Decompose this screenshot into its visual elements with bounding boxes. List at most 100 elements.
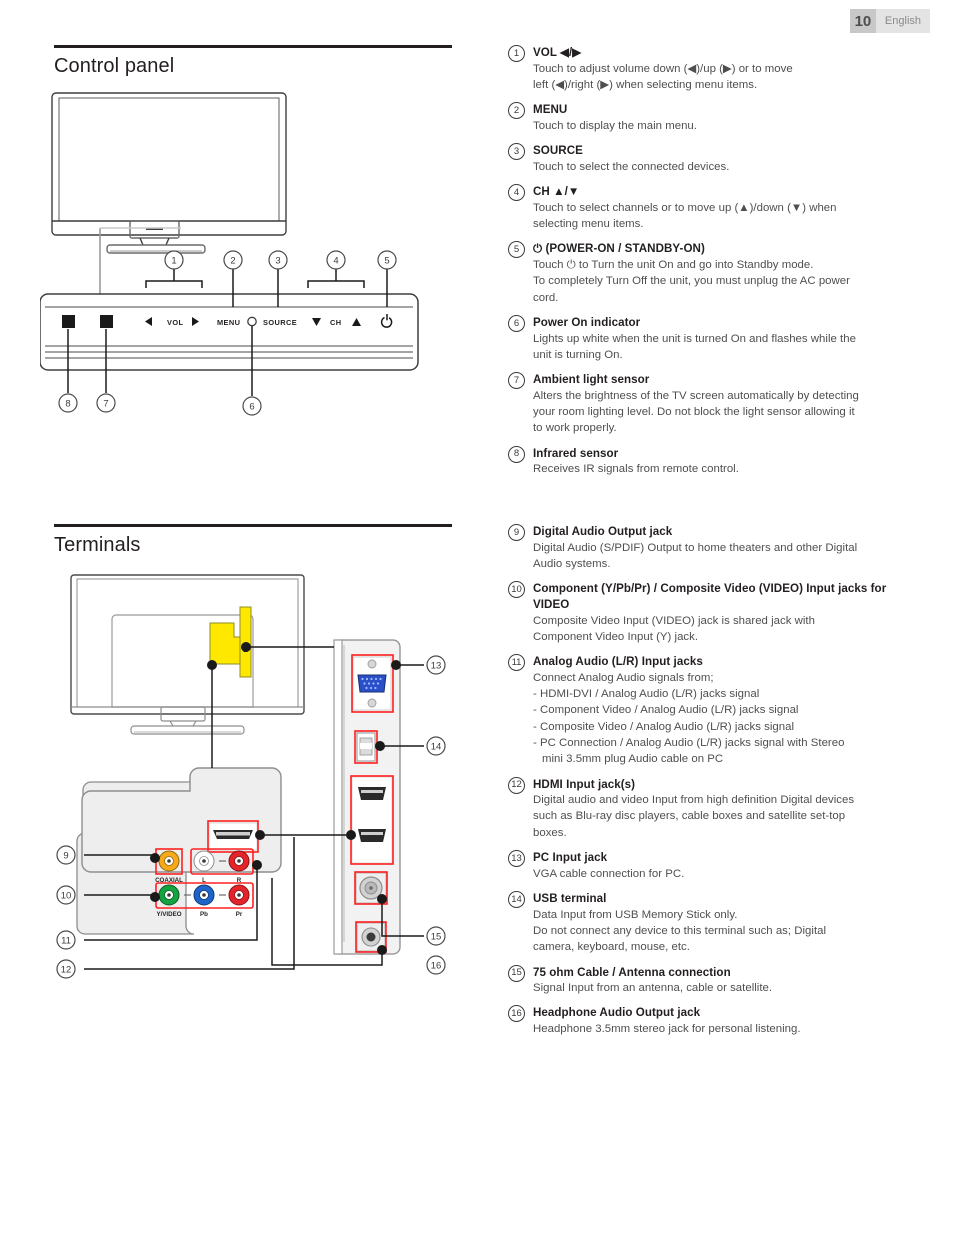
description-line: - HDMI-DVI / Analog Audio (L/R) jacks si… [533, 688, 760, 701]
description-line: to work properly. [533, 422, 617, 435]
item-label: Infrared sensor [533, 446, 619, 460]
item-label: USB terminal [533, 892, 607, 905]
svg-text:5: 5 [384, 256, 389, 267]
description-line: camera, keyboard, mouse, etc. [533, 941, 690, 954]
svg-text:7: 7 [103, 399, 108, 410]
component-video-jacks: Y/VIDEO Pb Pr [155, 882, 254, 918]
item-body: SOURCE Touch to select the connected devi… [533, 143, 908, 175]
item-body: VOL ◀/▶ Touch to adjust volume down (◀)/u… [533, 45, 908, 93]
infrared-sensor-icon [62, 315, 75, 328]
item-label: Component (Y/Pb/Pr) / Composite Video (V… [533, 582, 887, 611]
description-line: - PC Connection / Analog Audio (L/R) jac… [533, 736, 845, 749]
callout-group-bottom: 8 7 6 [58, 393, 262, 416]
description-line: Signal Input from an antenna, cable or s… [533, 982, 773, 995]
list-item: 2 MENU Touch to display the main menu. [508, 102, 908, 134]
list-item: 4 CH ▲/▼ Touch to select channels or to mo… [508, 184, 908, 232]
item-description: Connect Analog Audio signals from; - HDMI… [533, 670, 908, 768]
item-number: 13 [508, 850, 525, 868]
item-number: 9 [508, 524, 525, 541]
list-item: 9 Digital Audio Output jack Digital Audio … [508, 524, 908, 572]
list-item: 1 VOL ◀/▶ Touch to adjust volume down (◀)/… [508, 45, 908, 93]
item-number: 1 [508, 45, 525, 62]
description-line: unit is turning On. [533, 348, 623, 361]
item-body: Infrared sensor Receives IR signals from … [533, 446, 908, 478]
item-description: Digital audio and video Input from high … [533, 792, 908, 841]
item-number: 8 [508, 445, 525, 463]
svg-text:10: 10 [61, 891, 72, 902]
description-line: mini 3.5mm plug Audio cable on PC [542, 753, 724, 766]
vol-down-arrow-icon [145, 317, 152, 326]
item-number: 7 [508, 372, 525, 390]
item-body: HDMI Input jack(s) Digital audio and vide… [533, 777, 908, 842]
item-label: Analog Audio (L/R) Input jacks [533, 655, 703, 669]
description-line: Receives IR signals from remote control. [533, 463, 739, 476]
control-panel-diagram: VOL MENU SOURCE CH 1 2 3 4 5 8 7 6 [40, 88, 480, 438]
item-description: Composite Video Input (VIDEO) jack is sh… [533, 613, 908, 646]
item-number-badge: 15 [508, 964, 526, 982]
item-description: Touch to adjust volume down (◀)/up (▶) o… [533, 61, 908, 94]
item-label: Headphone Audio Output jack [533, 1006, 701, 1020]
manual-page: 10 English Control panel VOL MENU SOURCE… [0, 0, 954, 1235]
power-glyph-icon [380, 314, 393, 328]
vga-jack [351, 654, 394, 713]
item-number: 6 [508, 314, 525, 332]
item-body: Component (Y/Pb/Pr) / Composite Video (V… [533, 581, 908, 645]
description-line: - Composite Video / Analog Audio (L/R) j… [533, 720, 795, 733]
description-line: Component Video Input (Y) jack. [533, 630, 699, 643]
pb-label: Pb [200, 911, 208, 918]
description-line: To completely Turn Off the unit, you mus… [533, 275, 850, 288]
item-description: Headphone 3.5mm stereo jack for personal… [533, 1021, 908, 1037]
item-number: 11 [508, 654, 525, 672]
description-line: Connect Analog Audio signals from; [533, 671, 714, 684]
vol-up-arrow-icon [192, 317, 199, 326]
item-body: MENU Touch to display the main menu. [533, 102, 908, 134]
item-description: VGA cable connection for PC. [533, 866, 908, 882]
item-number: 16 [508, 1005, 525, 1023]
section-title: Control panel [54, 55, 175, 77]
description-line: Touch to select channels or to move up (… [533, 201, 837, 214]
description-line: boxes. [533, 826, 567, 839]
y-video-label: Y/VIDEO [156, 911, 181, 918]
svg-text:6: 6 [249, 402, 254, 413]
list-item: 6 Power On indicator Lights up white when … [508, 314, 908, 363]
ch-up-arrow-icon [352, 318, 361, 326]
item-number-badge: 16 [508, 1005, 526, 1023]
item-label: Digital Audio Output jack [533, 525, 673, 538]
item-label: SOURCE [533, 144, 583, 158]
svg-text:2: 2 [230, 256, 235, 267]
list-item: 14 USB terminal Data Input from USB Memory… [508, 891, 908, 956]
item-description: Touch ⏻ to Turn the unit On and go into … [533, 257, 908, 306]
item-number-badge: 12 [508, 776, 526, 794]
description-line: left (◀)/right (▶) when selecting menu i… [533, 78, 758, 91]
item-description: Touch to select the connected devices. [533, 159, 908, 175]
item-body: CH ▲/▼ Touch to select channels or to mov… [533, 184, 908, 232]
terminals-diagram: COAXIAL L R Y/VIDEO Pb Pr 9 10 11 12 13 … [44, 565, 474, 985]
item-number-badge: 10 [508, 581, 526, 599]
item-body: Power On indicator Lights up white when t… [533, 315, 908, 363]
section-heading-terminals: Terminals [54, 524, 452, 557]
item-number-badge: 9 [508, 524, 526, 541]
description-line: such as Blu-ray disc players, cable boxe… [533, 810, 846, 823]
item-description: Touch to select channels or to move up (… [533, 200, 908, 233]
item-body: 75 ohm Cable / Antenna connection Signal … [533, 965, 908, 997]
list-item: 10 Component (Y/Pb/Pr) / Composite Video … [508, 581, 908, 645]
list-item: 16 Headphone Audio Output jack Headphone 3… [508, 1005, 908, 1037]
description-line: Touch to adjust volume down (◀)/up (▶) o… [533, 62, 793, 75]
item-number-badge: 1 [508, 45, 526, 62]
description-line: cord. [533, 291, 559, 304]
page-number: 10 [849, 9, 876, 33]
item-body: PC Input jack VGA cable connection for PC… [533, 850, 908, 882]
vol-label: VOL [167, 318, 183, 327]
description-line: Digital Audio (S/PDIF) Output to home th… [533, 541, 858, 554]
description-line: Touch ⏻ to Turn the unit On and go into … [533, 258, 814, 271]
section-heading-control-panel: Control panel [54, 45, 452, 78]
description-line: Headphone 3.5mm stereo jack for personal… [533, 1023, 801, 1036]
item-number-badge: 13 [508, 850, 526, 868]
source-label: SOURCE [263, 318, 297, 327]
svg-text:8: 8 [65, 399, 70, 410]
item-label: Power On indicator [533, 315, 641, 329]
item-number-badge: 8 [508, 445, 526, 463]
item-body: Analog Audio (L/R) Input jacks Connect An… [533, 654, 908, 767]
item-number: 4 [508, 184, 525, 202]
description-line: Data Input from USB Memory Stick only. [533, 908, 738, 921]
